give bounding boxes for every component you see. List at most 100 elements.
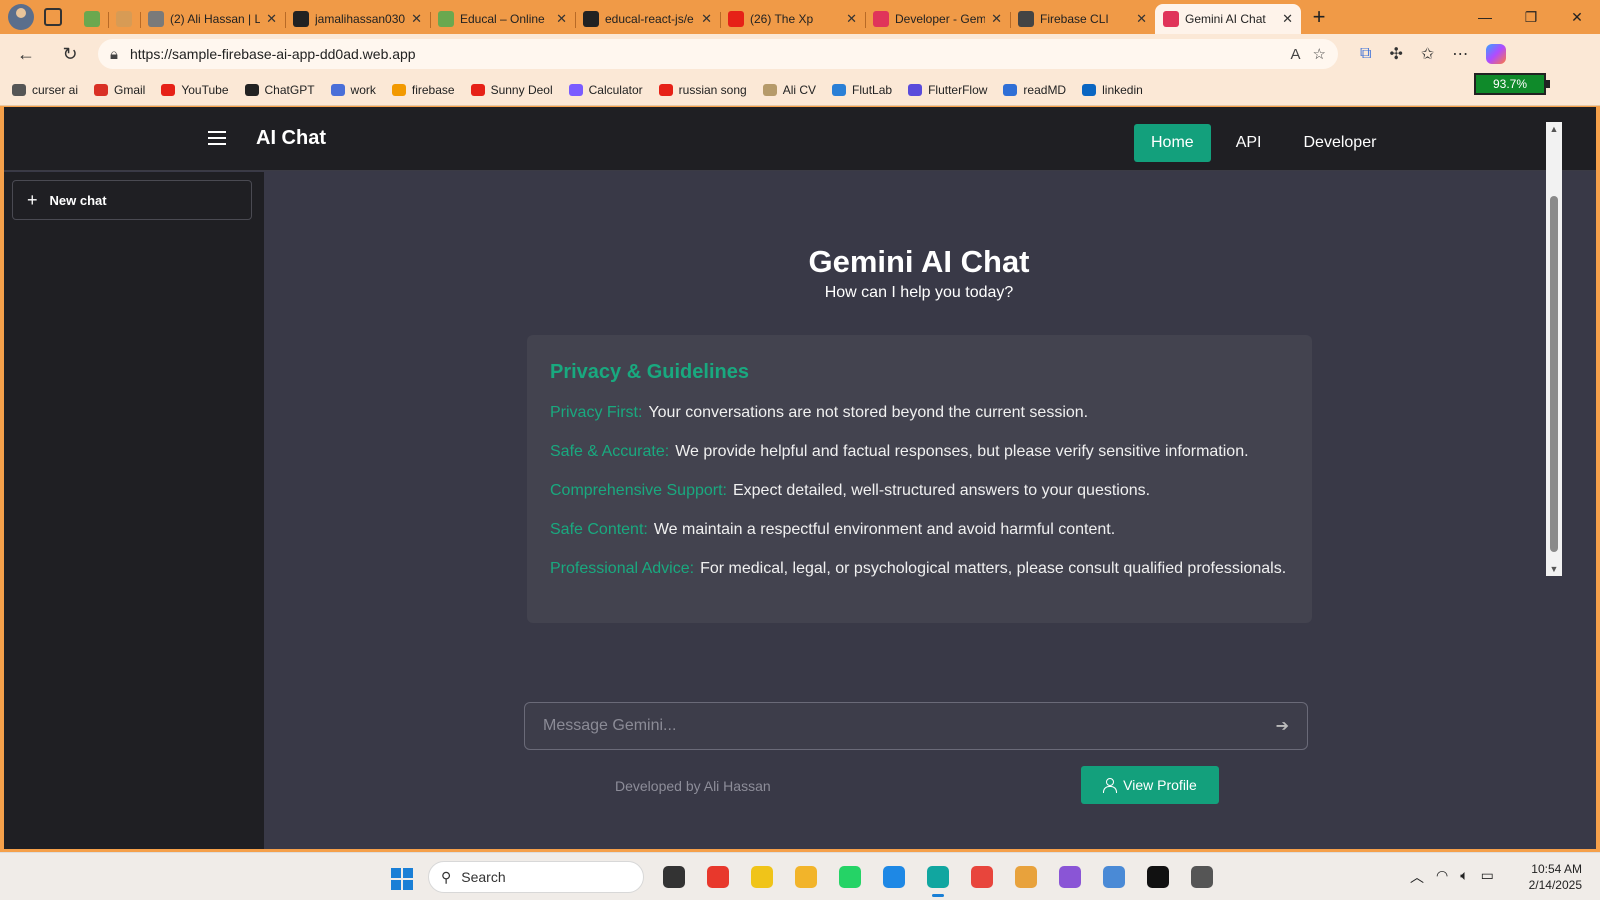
browser-tab[interactable]: Educal – Online ✕ (430, 4, 575, 34)
translate-icon[interactable]: ⧉ (1360, 45, 1371, 63)
bookmark-item[interactable]: FlutLab (832, 83, 892, 97)
github-icon (583, 11, 599, 27)
bookmark-label: russian song (678, 82, 747, 97)
wifi-icon[interactable]: ◠ (1436, 867, 1448, 887)
scroll-up-arrow-icon[interactable]: ▲ (1546, 124, 1562, 134)
menu-icon[interactable] (208, 131, 226, 145)
close-tab-icon[interactable]: ✕ (701, 11, 712, 27)
linkedin-icon (148, 11, 164, 27)
new-tab-button[interactable]: + (1305, 3, 1333, 31)
bookmark-item[interactable]: Calculator (568, 83, 643, 97)
favorites-icon[interactable]: ✩ (1421, 44, 1434, 64)
nav-api-link[interactable]: API (1219, 124, 1279, 162)
bookmark-item[interactable]: Gmail (94, 83, 145, 97)
view-profile-button[interactable]: View Profile (1081, 766, 1219, 804)
bookmark-item[interactable]: YouTube (161, 83, 229, 97)
url-text[interactable]: https://sample-firebase-ai-app-dd0ad.web… (130, 46, 1279, 62)
bookmark-item[interactable]: linkedin (1082, 83, 1143, 97)
photos-icon[interactable] (1098, 861, 1130, 893)
bookmark-favicon-icon (470, 83, 485, 96)
new-chat-button[interactable]: + New chat (12, 180, 252, 220)
bookmark-item[interactable]: Ali CV (762, 83, 816, 97)
pb-icon[interactable] (746, 861, 778, 893)
taskbar-search[interactable]: ⚲ Search (428, 861, 644, 893)
guideline-key: Safe Content: (550, 521, 648, 538)
page-scrollbar[interactable]: ▲ ▼ (1546, 122, 1562, 576)
extensions-icon[interactable]: ✣ (1389, 44, 1402, 64)
guidelines-heading: Privacy & Guidelines (550, 361, 749, 383)
bookmark-item[interactable]: readMD (1003, 83, 1066, 97)
message-input[interactable] (543, 717, 1276, 735)
system-tray: ︿ ◠ 🔈︎ ▭ (1410, 867, 1494, 887)
nav-developer-link[interactable]: Developer (1286, 124, 1393, 162)
bookmark-item[interactable]: curser ai (12, 83, 78, 97)
app-header: AI Chat Home API Developer (4, 107, 1596, 171)
back-button[interactable]: ← (10, 38, 42, 70)
guideline-item: Safe Content: We maintain a respectful en… (550, 521, 1289, 560)
workspaces-icon[interactable] (44, 8, 62, 26)
minimize-button[interactable]: — (1462, 0, 1508, 34)
bookmark-label: Gmail (114, 82, 146, 97)
close-tab-icon[interactable]: ✕ (556, 11, 567, 27)
restore-button[interactable]: ❐ (1508, 0, 1554, 34)
volume-icon[interactable]: 🔈︎ (1460, 867, 1468, 887)
address-bar[interactable]: 🔒︎ https://sample-firebase-ai-app-dd0ad.… (98, 39, 1338, 69)
app-brand[interactable]: AI Chat (256, 127, 326, 150)
nav-home-link[interactable]: Home (1134, 124, 1211, 162)
lock-icon[interactable]: 🔒︎ (110, 46, 118, 63)
capcut-icon[interactable] (1142, 861, 1174, 893)
yandex-icon[interactable] (1186, 861, 1218, 893)
chevron-up-icon[interactable]: ︿ (1410, 867, 1424, 887)
browser-tab[interactable]: educal-react-js/e ✕ (575, 4, 720, 34)
battery-icon[interactable]: ▭ (1481, 867, 1494, 887)
vscode-icon[interactable] (878, 861, 910, 893)
close-tab-icon[interactable]: ✕ (991, 11, 1002, 27)
bookmark-favicon-icon (658, 83, 673, 96)
chrome-dev-icon[interactable] (1010, 861, 1042, 893)
anydesk-icon[interactable] (702, 861, 734, 893)
refresh-button[interactable]: ↻ (54, 38, 86, 70)
windows-start-icon[interactable] (391, 868, 413, 890)
address-bar-row: ← ↻ 🔒︎ https://sample-firebase-ai-app-dd… (0, 34, 1600, 74)
bookmark-favicon-icon (161, 83, 176, 96)
file-explorer-icon[interactable] (790, 861, 822, 893)
close-tab-icon[interactable]: ✕ (411, 11, 422, 27)
bookmark-item[interactable]: Sunny Deol (470, 83, 553, 97)
browser-tab[interactable]: (2) Ali Hassan | L ✕ (140, 4, 285, 34)
browser-tab[interactable]: jamalihassan030 ✕ (285, 4, 430, 34)
browser-tab[interactable] (108, 4, 140, 34)
bookmark-item[interactable]: firebase (391, 83, 455, 97)
view-profile-label: View Profile (1123, 777, 1197, 793)
bookmark-item[interactable]: ChatGPT (244, 83, 315, 97)
bookmark-item[interactable]: work (330, 83, 376, 97)
bookmark-favicon-icon (1003, 83, 1018, 96)
edge-icon[interactable] (922, 861, 954, 897)
bookmark-item[interactable]: russian song (658, 82, 747, 97)
task-view-icon[interactable] (658, 861, 690, 893)
guidelines-card: Privacy & Guidelines Privacy First: Your … (527, 335, 1312, 623)
whatsapp-icon[interactable] (834, 861, 866, 893)
visual-studio-icon[interactable] (1054, 861, 1086, 893)
copilot-icon[interactable] (1486, 44, 1507, 64)
browser-tab[interactable]: Gemini AI Chat ✕ (1155, 4, 1301, 34)
browser-tab[interactable] (76, 4, 108, 34)
send-arrow-icon[interactable]: ➔ (1276, 716, 1289, 736)
close-window-button[interactable]: ✕ (1554, 0, 1600, 34)
chrome-icon[interactable] (966, 861, 998, 893)
browser-tab[interactable]: Firebase CLI ✕ (1010, 4, 1155, 34)
scrollbar-thumb[interactable] (1550, 196, 1558, 552)
browser-tab[interactable]: (26) The Xp ✕ (720, 4, 865, 34)
bookmark-favicon-icon (832, 83, 847, 96)
browser-tab[interactable]: Developer - Gem ✕ (865, 4, 1010, 34)
close-tab-icon[interactable]: ✕ (1282, 11, 1293, 27)
close-tab-icon[interactable]: ✕ (266, 11, 277, 27)
more-menu-icon[interactable]: ⋯ (1452, 44, 1468, 64)
read-aloud-icon[interactable]: A (1291, 46, 1301, 63)
bookmark-item[interactable]: FlutterFlow (908, 83, 987, 97)
close-tab-icon[interactable]: ✕ (1136, 11, 1147, 27)
close-tab-icon[interactable]: ✕ (846, 11, 857, 27)
favorite-star-icon[interactable]: ☆ (1313, 45, 1326, 63)
profile-avatar[interactable] (8, 4, 34, 30)
scroll-down-arrow-icon[interactable]: ▼ (1546, 564, 1562, 574)
clock[interactable]: 10:54 AM 2/14/2025 (1529, 861, 1582, 893)
